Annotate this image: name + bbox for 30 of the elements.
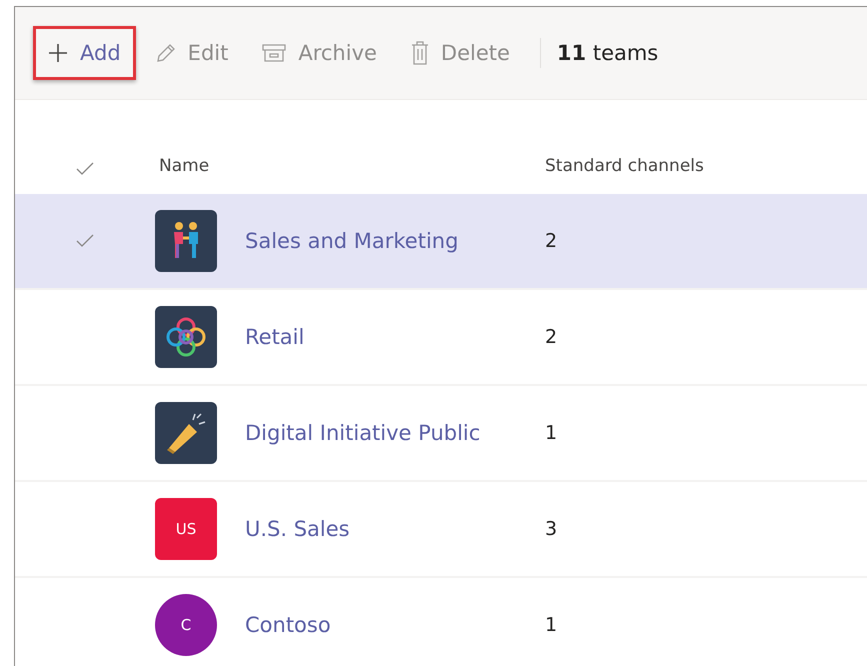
- plus-icon: [48, 43, 68, 63]
- archive-icon: [262, 44, 286, 62]
- team-name[interactable]: Contoso: [245, 613, 545, 637]
- people-handshake-icon: [155, 210, 217, 272]
- team-name[interactable]: Sales and Marketing: [245, 229, 545, 253]
- column-header[interactable]: Name: [155, 156, 545, 194]
- table-cell-text: 2: [545, 326, 558, 348]
- team-name[interactable]: Retail: [245, 325, 545, 349]
- team-count: 11 teams: [556, 41, 658, 65]
- table-row[interactable]: C Contoso 1: [15, 578, 867, 666]
- initials-avatar: US: [155, 498, 217, 560]
- team-name[interactable]: Digital Initiative Public: [245, 421, 545, 445]
- table-row[interactable]: Retail 2: [15, 290, 867, 386]
- table-cell-text: 2: [545, 230, 558, 252]
- column-header[interactable]: Standard channels: [545, 156, 867, 194]
- initials-avatar: C: [155, 594, 217, 656]
- table-cell-text: 3: [545, 518, 558, 540]
- toolbar-button[interactable]: Add: [33, 26, 136, 80]
- checkmark-icon: [76, 234, 94, 248]
- table-row[interactable]: Digital Initiative Public 1: [15, 386, 867, 482]
- team-name[interactable]: U.S. Sales: [245, 517, 545, 541]
- megaphone-icon: [155, 402, 217, 464]
- table-row[interactable]: US U.S. Sales 3: [15, 482, 867, 578]
- table-cell-text: 1: [545, 422, 558, 444]
- flower-icon: [155, 306, 217, 368]
- checkmark-icon: [76, 162, 94, 176]
- pencil-icon: [156, 43, 176, 63]
- table-cell-text: 1: [545, 614, 558, 636]
- table-row[interactable]: Sales and Marketing 2: [15, 194, 867, 290]
- trash-icon: [410, 41, 429, 65]
